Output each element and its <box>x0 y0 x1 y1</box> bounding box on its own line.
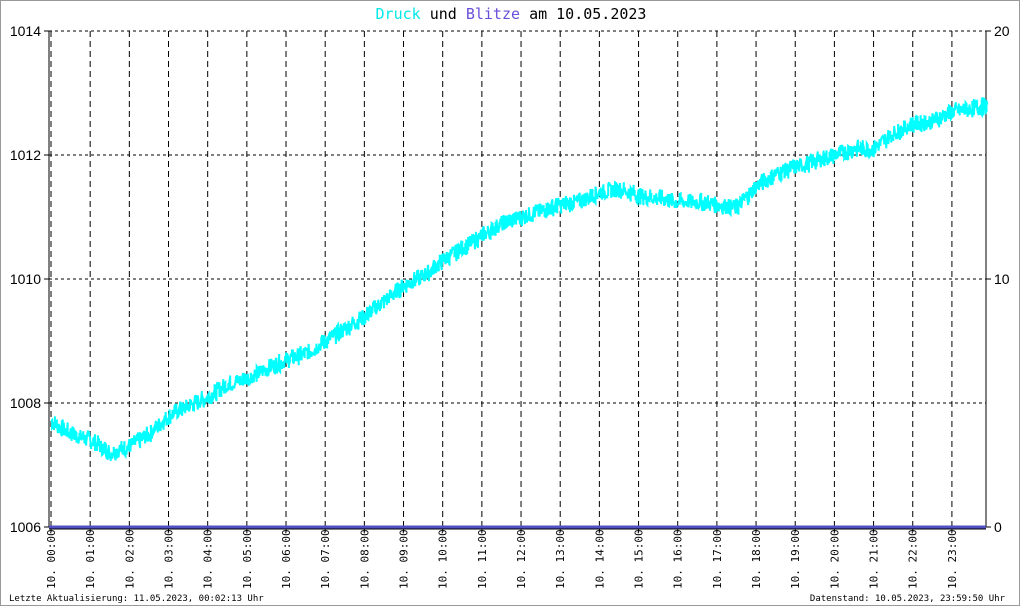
footer-data-status: Datenstand: 10.05.2023, 23:59:50 Uhr <box>809 594 1005 604</box>
y2-tick-label: 20 <box>994 23 1010 39</box>
y-tick-label: 1012 <box>10 147 41 163</box>
x-tick-label: 10. 07:00 <box>319 529 332 589</box>
x-tick-label: 10. 15:00 <box>633 529 646 589</box>
x-tick-label: 10. 22:00 <box>907 529 920 589</box>
x-tick-label: 10. 00:00 <box>45 529 58 589</box>
y2-tick-label: 10 <box>994 271 1010 287</box>
x-tick-label: 10. 04:00 <box>202 529 215 589</box>
x-tick-label: 10. 16:00 <box>672 529 685 589</box>
x-tick-label: 10. 01:00 <box>84 529 97 589</box>
x-tick-label: 10. 13:00 <box>554 529 567 589</box>
x-tick-label: 10. 18:00 <box>750 529 763 589</box>
x-tick-label: 10. 09:00 <box>398 529 411 589</box>
x-tick-label: 10. 11:00 <box>476 529 489 589</box>
chart-container: Druck und Blitze am 10.05.2023 1006 1008 1… <box>0 0 1020 606</box>
x-tick-label: 10. 05:00 <box>241 529 254 589</box>
x-tick-label: 10. 08:00 <box>358 529 371 589</box>
plot-area: 1006 1008 1010 1012 1014 0 10 20 10. 00:00 10. 01… <box>10 23 1010 589</box>
x-tick-label: 10. 03:00 <box>163 529 176 589</box>
y-tick-label: 1006 <box>10 519 41 535</box>
x-tick-label: 10. 20:00 <box>828 529 841 589</box>
x-tick-label: 10. 23:00 <box>946 529 959 589</box>
x-tick-label: 10. 02:00 <box>123 529 136 589</box>
y2-tick-label: 0 <box>994 519 1002 535</box>
footer-last-update: Letzte Aktualisierung: 11.05.2023, 00:02… <box>9 594 264 604</box>
x-tick-label: 10. 14:00 <box>593 529 606 589</box>
x-tick-label: 10. 12:00 <box>515 529 528 589</box>
x-tick-label: 10. 10:00 <box>437 529 450 589</box>
x-tick-label: 10. 21:00 <box>868 529 881 589</box>
y-tick-label: 1010 <box>10 271 41 287</box>
x-tick-label: 10. 19:00 <box>789 529 802 589</box>
x-tick-label: 10. 17:00 <box>711 529 724 589</box>
y-tick-label: 1014 <box>10 23 41 39</box>
x-tick-label: 10. 06:00 <box>280 529 293 589</box>
y-tick-label: 1008 <box>10 395 41 411</box>
